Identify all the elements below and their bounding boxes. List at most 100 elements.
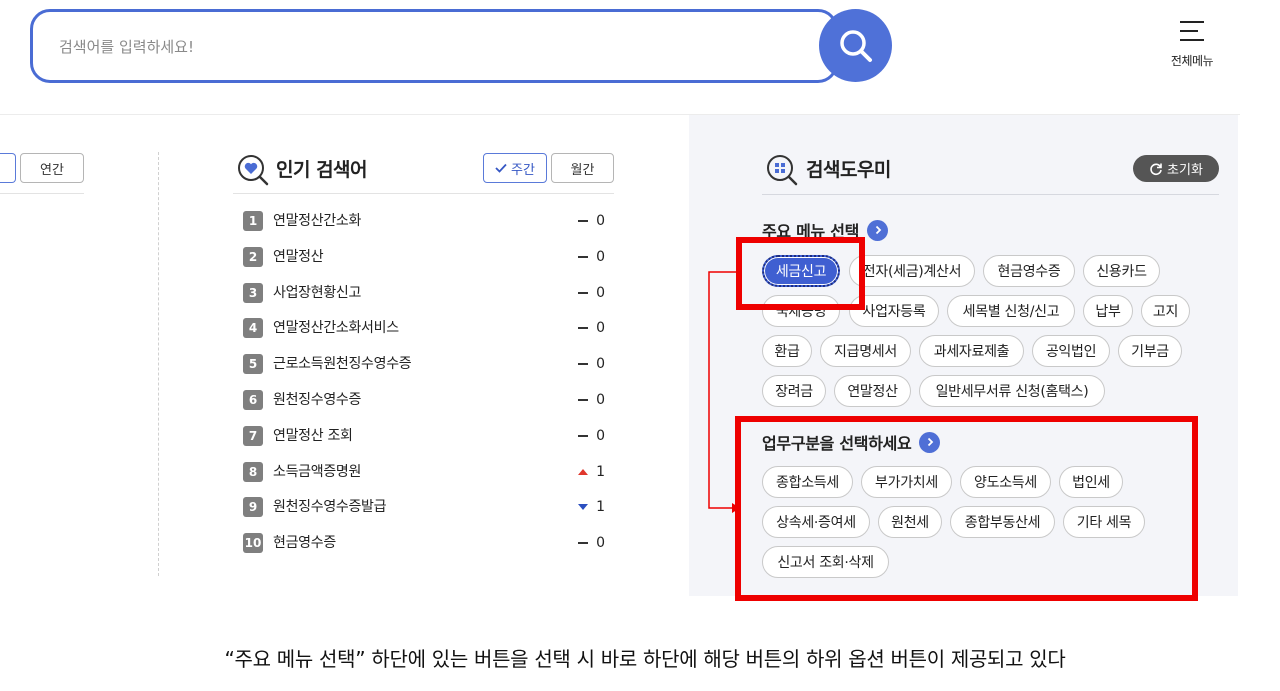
search-term-link[interactable]: 소득금액증명원 (273, 462, 361, 482)
trend-flat-icon (578, 398, 589, 401)
sub-menu-title: 업무구분을 선택하세요 (762, 434, 912, 453)
rank-number: 5 (243, 354, 263, 375)
search-helper-title: 검색도우미 (806, 159, 891, 181)
rank-change: 0 (578, 390, 605, 410)
sub-menu-chip[interactable]: 원천세 (878, 506, 942, 538)
trend-flat-icon (578, 255, 589, 258)
sub-menu-chip[interactable]: 신고서 조회·삭제 (762, 546, 889, 578)
reset-label: 초기화 (1167, 163, 1203, 178)
trend-flat-icon (578, 327, 589, 330)
search-term-link[interactable]: 원천징수영수증 (273, 390, 361, 410)
sub-menu-chip[interactable]: 종합소득세 (762, 466, 853, 498)
trend-flat-icon (578, 363, 589, 366)
popular-search-row[interactable]: 4 연말정산간소화서비스 0 (243, 318, 605, 354)
search-term-link[interactable]: 사업장현황신고 (273, 283, 361, 303)
rank-number: 7 (243, 425, 263, 446)
popular-search-row[interactable]: 5 근로소득원천징수영수증 0 (243, 354, 605, 390)
popular-search-row[interactable]: 7 연말정산 조회 0 (243, 425, 605, 462)
rank-change-value: 1 (596, 463, 605, 480)
main-menu-chip[interactable]: 전자(세금)계산서 (849, 255, 975, 287)
popular-search-row[interactable]: 8 소득금액증명원 1 (243, 461, 605, 498)
main-menu-chip[interactable]: 장려금 (762, 375, 826, 407)
main-menu-chip[interactable]: 환급 (762, 335, 812, 367)
monthly-toggle-button[interactable]: 월간 (551, 153, 614, 183)
rank-change-value: 0 (596, 427, 605, 444)
search-icon (839, 29, 872, 62)
sub-menu-chip[interactable]: 양도소득세 (960, 466, 1051, 498)
search-term-link[interactable]: 현금영수증 (273, 533, 336, 553)
panel-separator (158, 152, 159, 576)
rank-change: 0 (578, 211, 605, 231)
main-menu-chip[interactable]: 납부 (1083, 295, 1133, 327)
rank-change: 0 (578, 283, 605, 303)
rank-change: 1 (578, 462, 605, 482)
caption-text: “주요 메뉴 선택” 하단에 있는 버튼을 선택 시 바로 하단에 해당 버튼의… (224, 647, 1066, 671)
rank-change-value: 0 (596, 535, 605, 552)
main-menu-chip[interactable]: 국제증명 (762, 295, 840, 327)
main-menu-chip[interactable]: 기부금 (1118, 335, 1182, 367)
left-panel-divider (0, 193, 84, 194)
popular-search-row[interactable]: 10 현금영수증 0 (243, 533, 605, 569)
rank-number: 8 (243, 461, 263, 482)
chevron-right-icon[interactable] (867, 219, 889, 241)
rank-change-value: 0 (596, 213, 605, 229)
weekly-toggle-label: 주간 (511, 162, 535, 178)
search-button[interactable] (819, 9, 892, 82)
connector-arrow (708, 271, 740, 513)
search-term-link[interactable]: 근로소득원천징수영수증 (273, 354, 412, 374)
rank-change: 0 (578, 426, 605, 446)
popular-search-row[interactable]: 2 연말정산 0 (243, 246, 605, 283)
main-menu-chip[interactable]: 지급명세서 (820, 335, 911, 367)
rank-number: 2 (243, 246, 263, 267)
main-menu-chip[interactable]: 연말정산 (834, 375, 911, 407)
rank-number: 10 (243, 533, 263, 554)
reset-button[interactable]: 초기화 (1133, 155, 1219, 182)
trend-down-icon (578, 504, 589, 511)
chevron-right-icon[interactable] (919, 431, 941, 453)
search-input[interactable] (59, 34, 799, 60)
search-term-link[interactable]: 원천징수영수증발급 (273, 497, 387, 517)
search-term-link[interactable]: 연말정산간소화 (273, 211, 361, 231)
rank-change: 0 (578, 318, 605, 338)
popular-search-row[interactable]: 3 사업장현황신고 0 (243, 282, 605, 319)
main-menu-title: 주요 메뉴 선택 (762, 222, 860, 241)
main-menu-chip[interactable]: 일반세무서류 신청(홈택스) (919, 375, 1105, 407)
trend-flat-icon (578, 434, 589, 437)
popular-search-row[interactable]: 6 원천징수영수증 0 (243, 389, 605, 426)
search-term-link[interactable]: 연말정산 (273, 247, 324, 267)
rank-change: 0 (578, 354, 605, 374)
main-menu-chip[interactable]: 고지 (1141, 295, 1190, 327)
sub-menu-chip[interactable]: 종합부동산세 (950, 506, 1055, 538)
rank-change: 0 (578, 533, 605, 553)
rank-change: 1 (578, 497, 605, 517)
search-term-link[interactable]: 연말정산간소화서비스 (273, 318, 399, 338)
check-icon (495, 163, 507, 173)
search-box (30, 9, 838, 83)
popular-search-row[interactable]: 1 연말정산간소화 0 (243, 211, 605, 247)
popular-search-row[interactable]: 9 원천징수영수증발급 1 (243, 497, 605, 533)
sub-menu-chip[interactable]: 기타 세목 (1063, 506, 1145, 538)
sub-menu-chip[interactable]: 법인세 (1059, 466, 1123, 498)
main-menu-chip[interactable]: 세금신고 (762, 255, 840, 287)
main-menu-chip[interactable]: 사업자등록 (849, 295, 939, 327)
main-menu-chip[interactable]: 과세자료제출 (919, 335, 1024, 367)
partial-toggle-button[interactable] (0, 153, 16, 183)
main-menu-chip[interactable]: 신용카드 (1083, 255, 1160, 287)
helper-divider (762, 194, 1219, 195)
full-menu-button[interactable]: 전체메뉴 (1160, 20, 1224, 76)
rank-number: 6 (243, 389, 263, 410)
sub-menu-chip[interactable]: 부가가치세 (861, 466, 952, 498)
sub-menu-chip[interactable]: 상속세·증여세 (762, 506, 870, 538)
hamburger-icon (1180, 21, 1204, 41)
main-menu-chip[interactable]: 세목별 신청/신고 (947, 295, 1075, 327)
yearly-toggle-button[interactable]: 연간 (20, 153, 84, 183)
main-menu-chip[interactable]: 공익법인 (1032, 335, 1110, 367)
rank-number: 3 (243, 282, 263, 303)
main-menu-chip[interactable]: 현금영수증 (983, 255, 1075, 287)
rank-number: 4 (243, 318, 263, 339)
rank-change-value: 0 (596, 320, 605, 337)
search-term-link[interactable]: 연말정산 조회 (273, 426, 353, 446)
rank-number: 9 (243, 497, 263, 518)
grid-search-icon (767, 155, 798, 186)
weekly-toggle-button[interactable]: 주간 (483, 153, 547, 183)
